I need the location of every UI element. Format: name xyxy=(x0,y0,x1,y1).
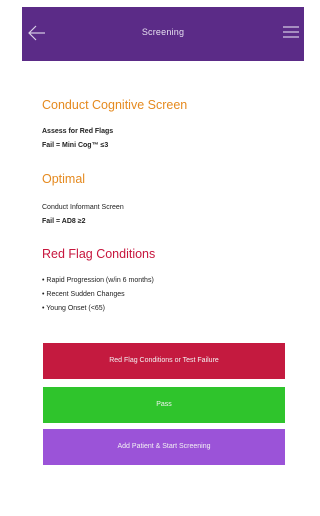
top-navigation-bar: Screening xyxy=(22,7,304,61)
page-title: Screening xyxy=(141,27,185,37)
red-flag-conditions-button[interactable]: Red Flag Conditions or Test Failure xyxy=(43,343,285,379)
red-flag-item: • Rapid Progression (w/in 6 months) xyxy=(42,277,154,284)
cognitive-screen-line-2: Fail = Mini Cog™ ≤3 xyxy=(42,142,109,149)
cognitive-screen-line-1: Assess for Red Flags xyxy=(42,128,114,135)
red-flag-item: • Recent Sudden Changes xyxy=(42,291,125,298)
red-flag-conditions-heading: Red Flag Conditions xyxy=(42,247,156,261)
red-flag-item: • Young Onset (<65) xyxy=(42,305,105,312)
cognitive-screen-heading: Conduct Cognitive Screen xyxy=(42,98,188,112)
pass-button[interactable]: Pass xyxy=(43,387,285,423)
optimal-line-1: Conduct Informant Screen xyxy=(42,204,124,211)
optimal-line-2: Fail = AD8 ≥2 xyxy=(42,218,86,225)
screening-screen: Screening Conduct Cognitive Screen Asses… xyxy=(22,7,304,507)
hamburger-menu-icon[interactable] xyxy=(282,21,300,43)
add-patient-button[interactable]: Add Patient & Start Screening xyxy=(43,429,285,465)
optimal-heading: Optimal xyxy=(42,172,86,186)
